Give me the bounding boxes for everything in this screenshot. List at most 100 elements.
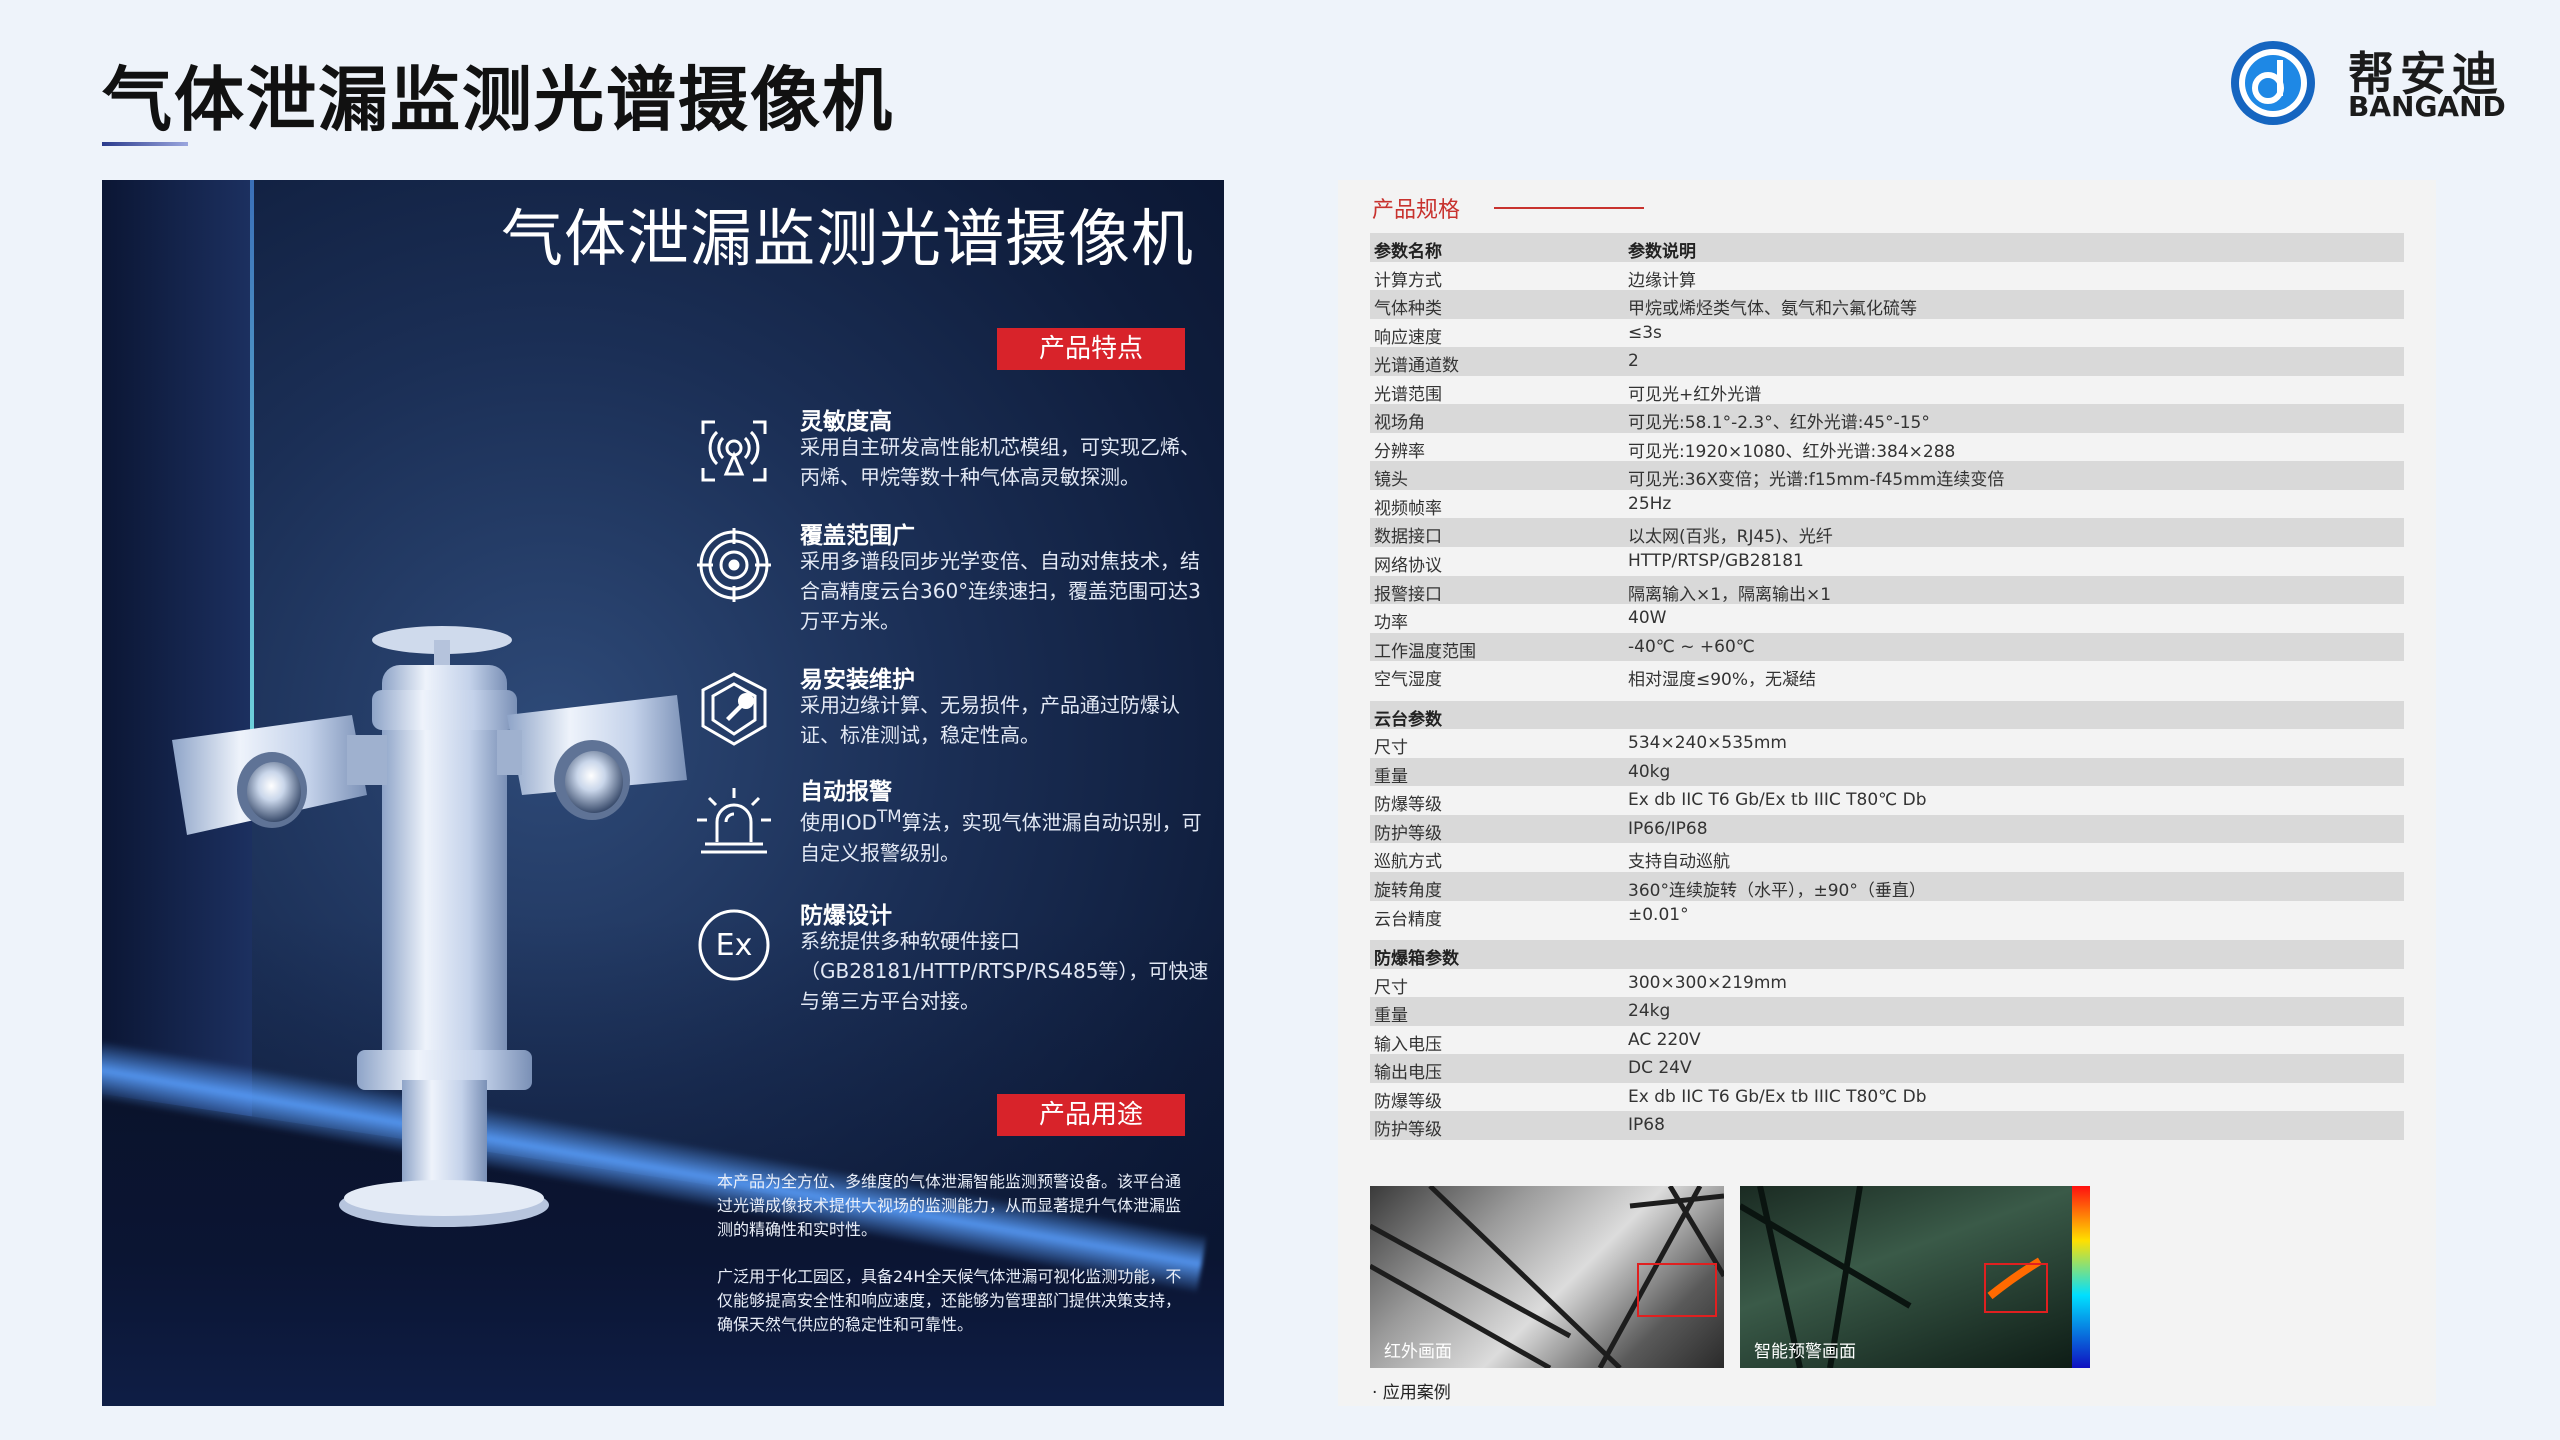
spec-value: Ex db IIC T6 Gb/Ex tb IIIC T80℃ Db (1628, 1086, 1927, 1107)
spec-key: 防爆等级 (1374, 1091, 1442, 1112)
spec-value: 可见光+红外光谱 (1628, 384, 1762, 405)
spec-value: 40W (1628, 608, 1667, 629)
alarm-light-icon (697, 788, 771, 854)
spec-key: 镜头 (1374, 470, 1408, 491)
spec-value: IP68 (1628, 1115, 1665, 1136)
spec-key: 尺寸 (1374, 738, 1408, 759)
spec-row: 功率 40W (1370, 604, 2404, 633)
spec-row: 防护等级 IP68 (1370, 1111, 2404, 1140)
feature-desc: 采用自主研发高性能机芯模组，可实现乙烯、丙烯、甲烷等数十种气体高灵敏探测。 (800, 435, 1200, 489)
spec-value: 相对湿度≤90%，无凝结 (1628, 670, 1817, 691)
spec-row: 分辨率 可见光:1920×1080、红外光谱:384×288 (1370, 433, 2404, 462)
spec-value: 甲烷或烯烃类气体、氨气和六氟化硫等 (1628, 299, 1917, 320)
spec-key: 防护等级 (1374, 1120, 1442, 1141)
spec-heading: 产品规格 (1372, 198, 1461, 223)
spec-row: 云台精度 ±0.01° (1370, 901, 2404, 930)
spec-key: 视场角 (1374, 413, 1425, 434)
spec-row: 数据接口 以太网(百兆，RJ45)、光纤 (1370, 518, 2404, 547)
feature-desc: 采用多谱段同步光学变倍、自动对焦技术，结合高精度云台360°连续速扫，覆盖范围可… (800, 549, 1201, 633)
spec-value: 可见光:1920×1080、红外光谱:384×288 (1628, 441, 1956, 462)
spec-row: 网络协议 HTTP/RTSP/GB28181 (1370, 547, 2404, 576)
poster-title: 气体泄漏监测光谱摄像机 (500, 202, 1194, 275)
feature-desc-pre: 使用IOD (800, 810, 878, 835)
spec-key: 参数名称 (1374, 242, 1442, 262)
spec-key: 数据接口 (1374, 527, 1442, 548)
spec-value: 40kg (1628, 761, 1671, 782)
product-poster: 气体泄漏监测光谱摄像机 产品特点 灵敏度高 采用自主研发高性能机芯模组，可实现乙… (102, 180, 1224, 1406)
feature-desc: 采用边缘计算、无易损件，产品通过防爆认证、标准测试，稳定性高。 (800, 693, 1180, 747)
feature-title: 自动报警 (800, 779, 892, 805)
spec-key: 输入电压 (1374, 1034, 1442, 1055)
spec-row: 重量 40kg (1370, 757, 2404, 787)
spec-value: HTTP/RTSP/GB28181 (1628, 551, 1804, 572)
logo-en-text: BANGAND (2348, 90, 2506, 123)
photo-caption: 智能预警画面 (1754, 1342, 1856, 1362)
spec-value: IP66/IP68 (1628, 818, 1708, 839)
spec-value: -40℃ ~ +60℃ (1628, 636, 1755, 657)
spec-row: 气体种类 甲烷或烯烃类气体、氨气和六氟化硫等 (1370, 290, 2404, 319)
spec-row: 视频帧率 25Hz (1370, 490, 2404, 519)
spec-sheet: 产品规格 参数名称 参数说明 计算方式 边缘计算气体种类 甲烷或烯烃类气体、氨气和六氟化… (1338, 180, 2436, 1406)
spec-key: 防护等级 (1374, 823, 1442, 844)
trademark-sup: TM (877, 807, 902, 826)
application-case-label: · 应用案例 (1372, 1383, 1451, 1403)
spec-row: 防护等级 IP66/IP68 (1370, 814, 2404, 844)
spec-key: 功率 (1374, 613, 1408, 634)
logo-icon (2231, 41, 2315, 125)
spec-value: 参数说明 (1628, 242, 1696, 262)
spec-row: 尺寸 534×240×535mm (1370, 729, 2404, 758)
infrared-photo: 红外画面 (1370, 1186, 1724, 1368)
spec-key: 巡航方式 (1374, 852, 1442, 873)
svg-text:Ex: Ex (716, 928, 753, 963)
spec-row: 巡航方式 支持自动巡航 (1370, 843, 2404, 872)
spec-row: 视场角 可见光:58.1°-2.3°、红外光谱:45°-15° (1370, 404, 2404, 433)
spec-key: 光谱范围 (1374, 384, 1442, 405)
spec-section-header: 防爆箱参数 (1370, 940, 2404, 969)
spec-row: 防爆等级 Ex db IIC T6 Gb/Ex tb IIIC T80℃ Db (1370, 1083, 2404, 1112)
spec-row: 计算方式 边缘计算 (1370, 262, 2404, 291)
spec-key: 输出电压 (1374, 1063, 1442, 1084)
spec-row: 光谱范围 可见光+红外光谱 (1370, 376, 2404, 405)
feature-desc: 使用IODTM算法，实现气体泄漏自动识别，可自定义报警级别。 (800, 802, 1210, 868)
spec-value: ≤3s (1628, 322, 1662, 343)
spec-section-gap (1370, 929, 2404, 940)
spec-section-header: 云台参数 (1370, 700, 2404, 730)
spec-row: 报警接口 隔离输入×1，隔离输出×1 (1370, 575, 2404, 605)
spec-key: 云台精度 (1374, 909, 1442, 930)
spec-value: Ex db IIC T6 Gb/Ex tb IIIC T80℃ Db (1628, 790, 1927, 811)
spec-row: 空气湿度 相对湿度≤90%，无凝结 (1370, 661, 2404, 690)
wrench-shield-icon (701, 672, 767, 746)
spec-row: 防爆等级 Ex db IIC T6 Gb/Ex tb IIIC T80℃ Db (1370, 786, 2404, 815)
camera-illustration (172, 626, 687, 1227)
spec-value: AC 220V (1628, 1029, 1701, 1050)
spec-key: 分辨率 (1374, 441, 1425, 462)
spec-value: 25Hz (1628, 493, 1672, 514)
feature-title: 灵敏度高 (800, 409, 892, 435)
ex-icon: Ex (698, 909, 770, 981)
spec-key: 空气湿度 (1374, 670, 1442, 691)
spec-value: 534×240×535mm (1628, 733, 1787, 754)
spec-key: 网络协议 (1374, 556, 1442, 577)
gas-sensor-icon (701, 420, 767, 482)
spec-key: 尺寸 (1374, 977, 1408, 998)
photo-caption: 红外画面 (1384, 1342, 1452, 1362)
spec-key: 气体种类 (1374, 299, 1442, 320)
spec-key: 响应速度 (1374, 327, 1442, 348)
alarm-photo: 智能预警画面 (1740, 1186, 2090, 1368)
spec-row: 镜头 可见光:36X变倍；光谱:f15mm-f45mm连续变倍 (1370, 461, 2404, 490)
spec-value: 隔离输入×1，隔离输出×1 (1628, 584, 1832, 605)
spec-key: 工作温度范围 (1374, 641, 1476, 662)
usage-tag: 产品用途 (997, 1094, 1185, 1136)
feature-title: 易安装维护 (800, 667, 915, 693)
spec-key: 旋转角度 (1374, 881, 1442, 902)
spec-row: 光谱通道数 2 (1370, 347, 2404, 376)
spec-value: 2 (1628, 351, 1639, 372)
spec-row: 尺寸 300×300×219mm (1370, 969, 2404, 998)
spec-heading-line (1494, 207, 1644, 209)
spec-key: 计算方式 (1374, 270, 1442, 291)
spec-key: 报警接口 (1374, 584, 1442, 605)
spec-value: 以太网(百兆，RJ45)、光纤 (1628, 527, 1833, 548)
spec-row: 响应速度 ≤3s (1370, 319, 2404, 348)
spec-value: 支持自动巡航 (1628, 852, 1730, 873)
feature-title: 覆盖范围广 (800, 523, 915, 549)
